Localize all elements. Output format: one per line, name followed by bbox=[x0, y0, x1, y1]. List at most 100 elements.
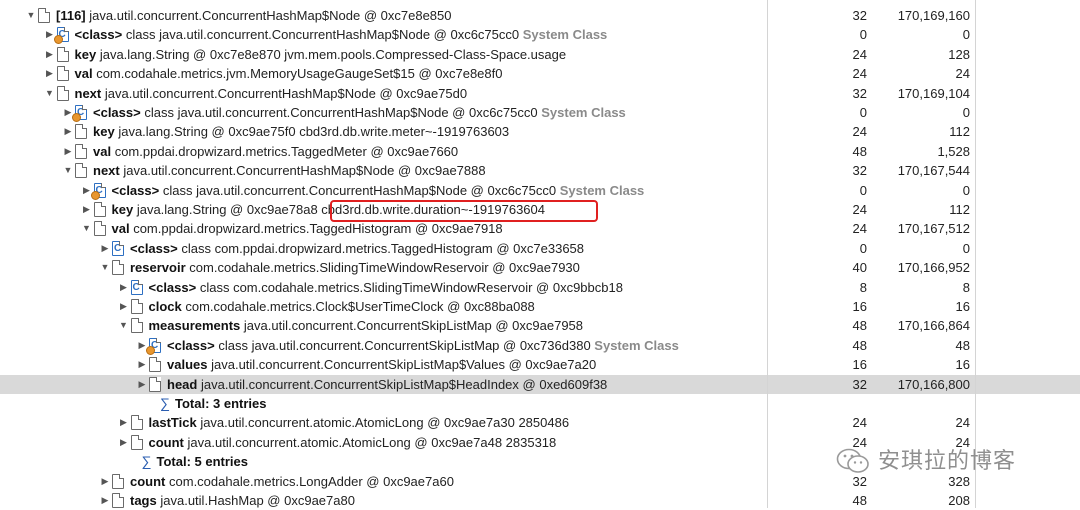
field-name: val bbox=[111, 221, 130, 237]
expand-triangle-icon[interactable]: ▶ bbox=[99, 491, 111, 510]
retained-heap-cell: 170,166,952 bbox=[897, 260, 970, 276]
object-icon bbox=[112, 260, 124, 276]
shallow-heap-cell: 24 bbox=[852, 415, 867, 431]
tree-row[interactable]: ▶ tags java.util.HashMap @ 0xc9ae7a80 48 2… bbox=[0, 491, 1080, 510]
row-label: val com.ppdai.dropwizard.metrics.TaggedH… bbox=[112, 219, 503, 238]
row-label: val com.ppdai.dropwizard.metrics.TaggedM… bbox=[93, 142, 458, 161]
collapse-triangle-icon[interactable]: ▼ bbox=[118, 316, 130, 335]
object-icon bbox=[130, 434, 143, 450]
field-name: <class> bbox=[130, 240, 178, 256]
object-description: com.ppdai.dropwizard.metrics.TaggedMeter… bbox=[114, 143, 459, 159]
retained-heap-cell: 0 bbox=[962, 105, 970, 120]
expand-triangle-icon[interactable]: ▶ bbox=[44, 45, 56, 64]
collapse-triangle-icon[interactable]: ▼ bbox=[25, 6, 37, 25]
expand-triangle-icon[interactable]: ▶ bbox=[118, 433, 130, 452]
object-description: com.codahale.metrics.LongAdder @ 0xc9ae7… bbox=[169, 473, 454, 489]
tree-row[interactable]: ▼ reservoir com.codahale.metrics.SlidingT… bbox=[0, 258, 1080, 277]
object-description: class java.util.concurrent.ConcurrentHas… bbox=[162, 182, 560, 198]
field-name: tags bbox=[130, 493, 157, 508]
tree-row[interactable]: ▼ [116] java.util.concurrent.ConcurrentHa… bbox=[0, 6, 1080, 25]
object-description: com.ppdai.dropwizard.metrics.TaggedHisto… bbox=[133, 221, 503, 237]
shallow-heap-cell: 40 bbox=[852, 260, 867, 276]
collapse-triangle-icon[interactable]: ▼ bbox=[81, 219, 93, 238]
object-description: com.codahale.metrics.Clock$UserTimeClock… bbox=[185, 299, 535, 314]
field-name: val bbox=[93, 143, 112, 159]
retained-heap-cell: 170,167,512 bbox=[897, 221, 970, 237]
column-separator[interactable] bbox=[975, 0, 976, 508]
expand-triangle-icon[interactable]: ▶ bbox=[136, 355, 148, 374]
expand-triangle-icon[interactable]: ▶ bbox=[81, 200, 93, 219]
shallow-heap-cell: 24 bbox=[852, 221, 867, 237]
retained-heap-cell: 0 bbox=[962, 27, 970, 43]
wechat-icon bbox=[836, 448, 869, 473]
tree-row[interactable]: ▶ head java.util.concurrent.ConcurrentSki… bbox=[0, 374, 1080, 394]
shallow-heap-cell: 32 bbox=[852, 8, 867, 23]
expand-triangle-icon[interactable]: ▶ bbox=[62, 122, 74, 141]
object-icon bbox=[56, 66, 69, 82]
tree-row[interactable]: ▶ key java.lang.String @ 0xc9ae75f0 cbd3r… bbox=[0, 122, 1080, 141]
object-icon bbox=[112, 473, 124, 489]
object-description: com.codahale.metrics.SlidingTimeWindowRe… bbox=[189, 260, 580, 276]
tree-row[interactable]: ▶ C <class> class com.codahale.metrics.Sli… bbox=[0, 278, 1080, 297]
expand-triangle-icon[interactable]: ▶ bbox=[44, 64, 56, 83]
expand-triangle-icon[interactable]: ▶ bbox=[99, 239, 111, 258]
object-description: java.util.concurrent.ConcurrentHashMap$N… bbox=[89, 8, 452, 23]
tree-row[interactable]: ▶ lastTick java.util.concurrent.atomic.At… bbox=[0, 413, 1080, 432]
retained-heap-cell: 16 bbox=[955, 357, 970, 373]
expand-triangle-icon[interactable]: ▶ bbox=[118, 278, 130, 297]
field-name: count bbox=[130, 473, 166, 489]
shallow-heap-cell: 32 bbox=[852, 473, 867, 489]
tree-row[interactable]: ▶ clock com.codahale.metrics.Clock$UserTi… bbox=[0, 297, 1080, 316]
tree-row[interactable]: ▶ val com.ppdai.dropwizard.metrics.Tagged… bbox=[0, 142, 1080, 161]
tree-row[interactable]: ▼ val com.ppdai.dropwizard.metrics.Tagged… bbox=[0, 219, 1080, 238]
tree-row[interactable]: ▶ C <class> class java.util.concurrent.Con… bbox=[0, 336, 1080, 355]
tree-row[interactable]: ▼ next java.util.concurrent.ConcurrentHas… bbox=[0, 161, 1080, 180]
object-icon bbox=[75, 143, 87, 159]
expand-triangle-icon[interactable]: ▶ bbox=[118, 413, 130, 432]
object-description: class java.util.concurrent.ConcurrentHas… bbox=[125, 27, 523, 43]
tree-row[interactable]: ▶ values java.util.concurrent.ConcurrentS… bbox=[0, 355, 1080, 374]
field-name: lastTick bbox=[148, 415, 197, 431]
retained-heap-cell: 16 bbox=[955, 299, 970, 314]
tree-row[interactable]: ▶ C <class> class java.util.concurrent.Con… bbox=[0, 25, 1080, 45]
collapse-triangle-icon[interactable]: ▼ bbox=[44, 84, 56, 103]
tree-row[interactable]: ▶ C <class> class java.util.concurrent.Con… bbox=[0, 181, 1080, 200]
row-label: <class> class java.util.concurrent.Concu… bbox=[112, 181, 645, 200]
object-icon bbox=[56, 85, 69, 101]
retained-heap-cell: 170,169,104 bbox=[897, 85, 970, 101]
tree-row[interactable]: ▶ key java.lang.String @ 0xc7e8e870 jvm.m… bbox=[0, 45, 1080, 64]
tree-row[interactable]: ▶ val com.codahale.metrics.jvm.MemoryUsag… bbox=[0, 64, 1080, 83]
collapse-triangle-icon[interactable]: ▼ bbox=[62, 161, 74, 180]
object-icon bbox=[93, 202, 106, 217]
shallow-heap-cell: 32 bbox=[852, 376, 867, 392]
field-name: val bbox=[74, 66, 93, 82]
retained-heap-cell: 170,169,160 bbox=[897, 8, 970, 23]
object-icon bbox=[75, 163, 87, 179]
field-name: key bbox=[74, 46, 97, 62]
row-label: <class> class java.util.concurrent.Concu… bbox=[75, 25, 608, 44]
field-name: next bbox=[93, 163, 120, 179]
expand-triangle-icon[interactable]: ▶ bbox=[99, 472, 111, 491]
expand-triangle-icon[interactable]: ▶ bbox=[118, 297, 130, 316]
tree-row[interactable]: ▶ C <class> class com.ppdai.dropwizard.met… bbox=[0, 239, 1080, 258]
object-icon bbox=[149, 357, 161, 373]
row-label: count com.codahale.metrics.LongAdder @ 0… bbox=[130, 472, 454, 491]
row-label: val com.codahale.metrics.jvm.MemoryUsage… bbox=[75, 64, 503, 83]
class-object-icon: C bbox=[146, 337, 161, 355]
retained-heap-cell: 128 bbox=[948, 46, 970, 62]
tree-row[interactable]: ▼ measurements java.util.concurrent.Concu… bbox=[0, 316, 1080, 335]
expand-triangle-icon[interactable]: ▶ bbox=[136, 375, 148, 394]
total-row[interactable]: ∑ Total: 3 entries bbox=[0, 394, 1080, 413]
column-separator[interactable] bbox=[767, 0, 768, 508]
field-name: next bbox=[74, 85, 102, 101]
row-label: key java.lang.String @ 0xc9ae75f0 cbd3rd… bbox=[93, 122, 509, 141]
row-label: lastTick java.util.concurrent.atomic.Ato… bbox=[149, 413, 570, 432]
tree-row[interactable]: ▶ C <class> class java.util.concurrent.Con… bbox=[0, 103, 1080, 122]
retained-heap-cell: 170,167,544 bbox=[897, 163, 970, 179]
tree-row[interactable]: ▼ next java.util.concurrent.ConcurrentHas… bbox=[0, 84, 1080, 103]
total-label: Total: 3 entries bbox=[175, 396, 267, 411]
object-icon bbox=[130, 318, 143, 334]
collapse-triangle-icon[interactable]: ▼ bbox=[99, 258, 111, 277]
expand-triangle-icon[interactable]: ▶ bbox=[62, 142, 74, 161]
shallow-heap-cell: 0 bbox=[859, 105, 867, 120]
